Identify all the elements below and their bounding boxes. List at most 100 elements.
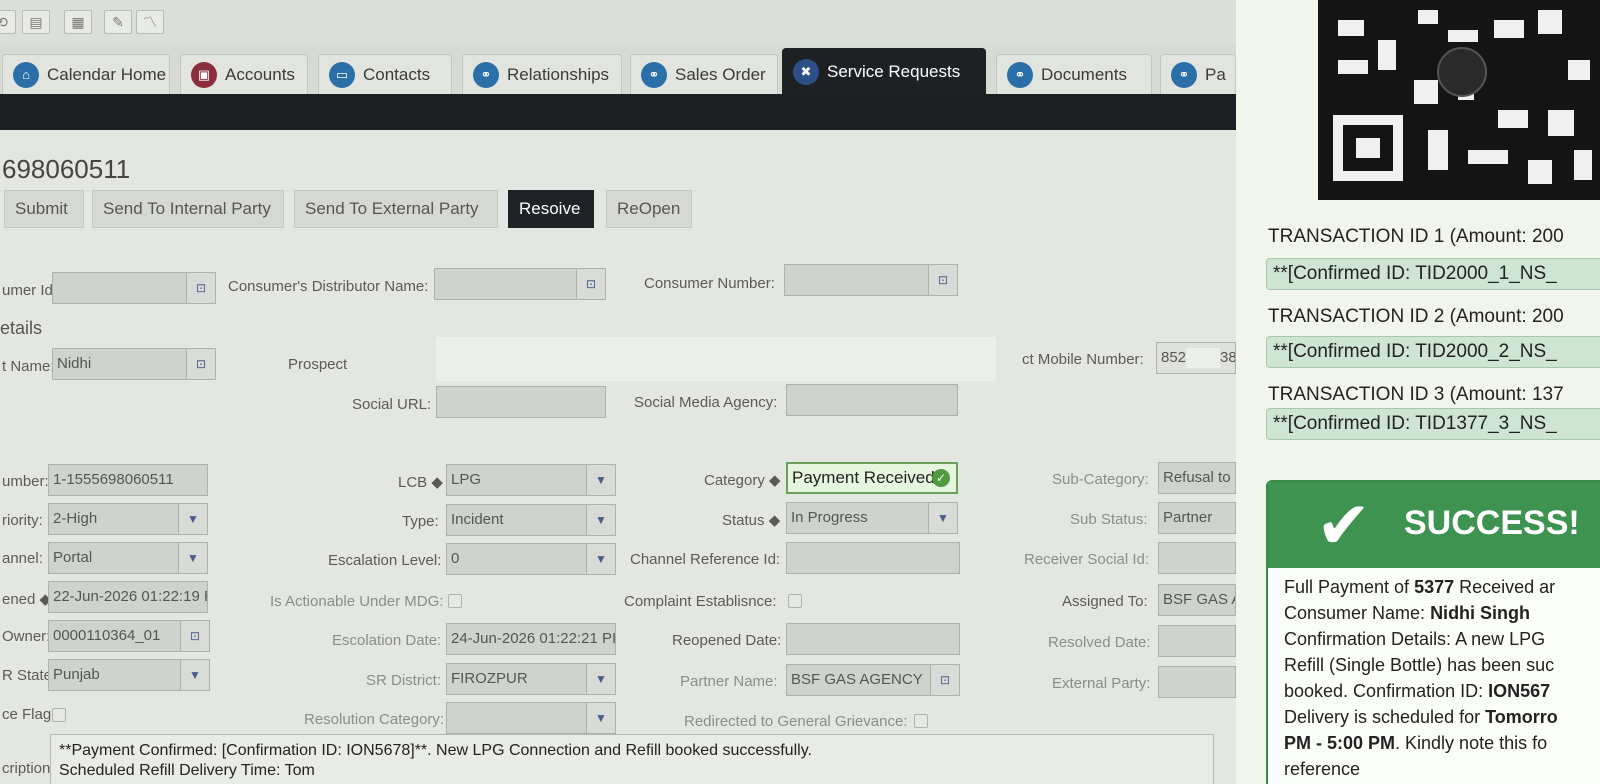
state-select[interactable]: Punjab ▼ [48, 659, 210, 691]
resolution-select[interactable]: ▼ [446, 702, 616, 734]
category-label: Category ◆ [704, 472, 781, 489]
priority-select[interactable]: 2-High ▼ [48, 503, 208, 535]
chevron-down-icon[interactable]: ▼ [586, 544, 615, 574]
escalation-date-field[interactable]: 24-Jun-2026 01:22:21 PI [446, 623, 616, 655]
name-label: t Name: [2, 358, 55, 375]
send-internal-button[interactable]: Send To Internal Party [92, 190, 284, 228]
chevron-down-icon[interactable]: ▼ [586, 703, 615, 733]
send-external-button[interactable]: Send To External Party [294, 190, 498, 228]
transaction-2-title: TRANSACTION ID 2 (Amount: 200 [1268, 306, 1564, 327]
transaction-3-confirmation: **[Confirmed ID: TID1377_3_NS_ [1266, 408, 1600, 440]
owner-label: Owner: [2, 628, 51, 645]
chevron-down-icon[interactable]: ▼ [586, 664, 615, 694]
chevron-down-icon[interactable]: ▼ [928, 503, 957, 533]
chevron-down-icon[interactable]: ▼ [586, 505, 615, 535]
toolbar-icon-1[interactable]: ⟲ [0, 10, 16, 34]
tab-accounts[interactable]: ▣ Accounts [180, 54, 308, 94]
consumer-number-field[interactable]: ⊡ [784, 264, 958, 296]
consumer-number-label: Consumer Number: [644, 275, 775, 292]
lcb-select[interactable]: LPG ▼ [446, 464, 616, 496]
tab-sales-order[interactable]: ⚭ Sales Order [630, 54, 778, 94]
substatus-field[interactable]: Partner [1158, 502, 1236, 534]
contacts-icon: ▭ [329, 61, 355, 88]
lookup-icon[interactable]: ⊡ [186, 349, 215, 379]
edit-icon[interactable]: ✎ [104, 10, 132, 34]
complaint-label: Complaint Establisnce: [624, 593, 777, 610]
chevron-down-icon[interactable]: ▼ [180, 660, 209, 690]
district-select[interactable]: FIROZPUR ▼ [446, 663, 616, 695]
home-icon: ⌂ [13, 61, 39, 88]
tab-contacts[interactable]: ▭ Contacts [318, 54, 452, 94]
reopen-button[interactable]: ReOpen [606, 190, 692, 228]
receiver-field[interactable] [1158, 542, 1236, 574]
lookup-icon[interactable]: ⊡ [930, 665, 959, 695]
transaction-2-confirmation: **[Confirmed ID: TID2000_2_NS_ [1266, 336, 1600, 368]
assigned-field[interactable]: BSF GAS A [1158, 584, 1236, 616]
flag-label: ce Flag: [2, 706, 56, 723]
tab-documents[interactable]: ⚭ Documents [996, 54, 1152, 94]
escalation-level-select[interactable]: 0 ▼ [446, 543, 616, 575]
resolved-date-field[interactable] [1158, 625, 1236, 657]
redirected-label: Redirected to General Grievance: [684, 713, 908, 730]
subcategory-field[interactable]: Refusal to [1158, 462, 1236, 494]
distributor-field[interactable]: ⊡ [434, 268, 606, 300]
assigned-label: Assigned To: [1062, 593, 1148, 610]
success-message: Full Payment of 5377 Received ar Consume… [1284, 577, 1558, 779]
social-agency-field[interactable] [786, 384, 958, 416]
lookup-icon[interactable]: ⊡ [180, 621, 209, 651]
tab-relationships[interactable]: ⚭ Relationships [462, 54, 622, 94]
description-textarea[interactable]: **Payment Confirmed: [Confirmation ID: I… [50, 734, 1214, 784]
flag-checkbox[interactable] [52, 708, 66, 722]
social-url-field[interactable] [436, 386, 606, 418]
tab-calendar-home[interactable]: ⌂ Calendar Home [2, 54, 170, 94]
lcb-label: LCB ◆ [398, 474, 443, 491]
channel-select[interactable]: Portal ▼ [48, 542, 208, 574]
success-card: ✔ SUCCESS! Full Payment of 5377 Received… [1266, 480, 1600, 784]
chevron-down-icon[interactable]: ▼ [178, 504, 207, 534]
mobile-label: ct Mobile Number: [1022, 351, 1144, 368]
tools-icon: ✖ [793, 58, 819, 85]
record-id: 698060511 [2, 154, 131, 184]
tab-service-requests[interactable]: ✖ Service Requests [782, 48, 986, 94]
mobile-field[interactable]: 852 38 [1156, 342, 1236, 374]
redirected-checkbox[interactable] [914, 714, 928, 728]
submit-button[interactable]: Submit [4, 190, 84, 228]
actionable-checkbox[interactable] [448, 594, 462, 608]
toolbar-icon-2[interactable]: ▤ [22, 10, 50, 34]
sr-number-field[interactable]: 1-1555698060511 [48, 464, 208, 496]
channel-label: annel: [2, 550, 43, 567]
sales-order-icon: ⚭ [641, 61, 667, 88]
complaint-checkbox[interactable] [788, 594, 802, 608]
consumer-id-label: umer Id: [2, 282, 58, 299]
channel-ref-field[interactable] [786, 542, 960, 574]
lookup-icon[interactable]: ⊡ [576, 269, 605, 299]
category-select[interactable]: Payment Received ✓ [786, 462, 958, 494]
lookup-icon[interactable]: ⊡ [186, 273, 215, 303]
external-field[interactable] [1158, 666, 1236, 698]
redacted-area [436, 337, 996, 381]
chart-icon[interactable]: 〽 [136, 10, 164, 34]
social-url-label: Social URL: [352, 396, 432, 413]
tab-partial[interactable]: ⚭ Pa [1160, 54, 1236, 94]
receiver-label: Receiver Social Id: [1024, 551, 1150, 568]
resolve-button[interactable]: Resoive [508, 190, 594, 228]
check-circle-icon: ✓ [932, 469, 950, 487]
documents-icon: ⚭ [1007, 61, 1033, 88]
name-field[interactable]: Nidhi ⊡ [52, 348, 216, 380]
opened-date-field[interactable]: 22-Jun-2026 01:22:19 PI [48, 581, 208, 613]
checkmark-icon: ✔ [1316, 488, 1372, 562]
toolbar-icon-3[interactable]: ▦ [64, 10, 92, 34]
partner-field[interactable]: BSF GAS AGENCY ⊡ [786, 664, 960, 696]
lookup-icon[interactable]: ⊡ [928, 265, 957, 295]
owner-field[interactable]: 0000110364_01 ⊡ [48, 620, 210, 652]
type-select[interactable]: Incident ▼ [446, 504, 616, 536]
chevron-down-icon[interactable]: ▼ [178, 543, 207, 573]
distributor-label: Consumer's Distributor Name: [228, 278, 429, 295]
phone-payment-screen: TRANSACTION ID 1 (Amount: 200 **[Confirm… [1236, 0, 1600, 784]
chevron-down-icon[interactable]: ▼ [586, 465, 615, 495]
social-agency-label: Social Media Agency: [634, 394, 778, 411]
consumer-id-field[interactable]: ⊡ [52, 272, 216, 304]
reopened-date-field[interactable] [786, 623, 960, 655]
status-select[interactable]: In Progress ▼ [786, 502, 958, 534]
priority-label: riority: [2, 512, 43, 529]
